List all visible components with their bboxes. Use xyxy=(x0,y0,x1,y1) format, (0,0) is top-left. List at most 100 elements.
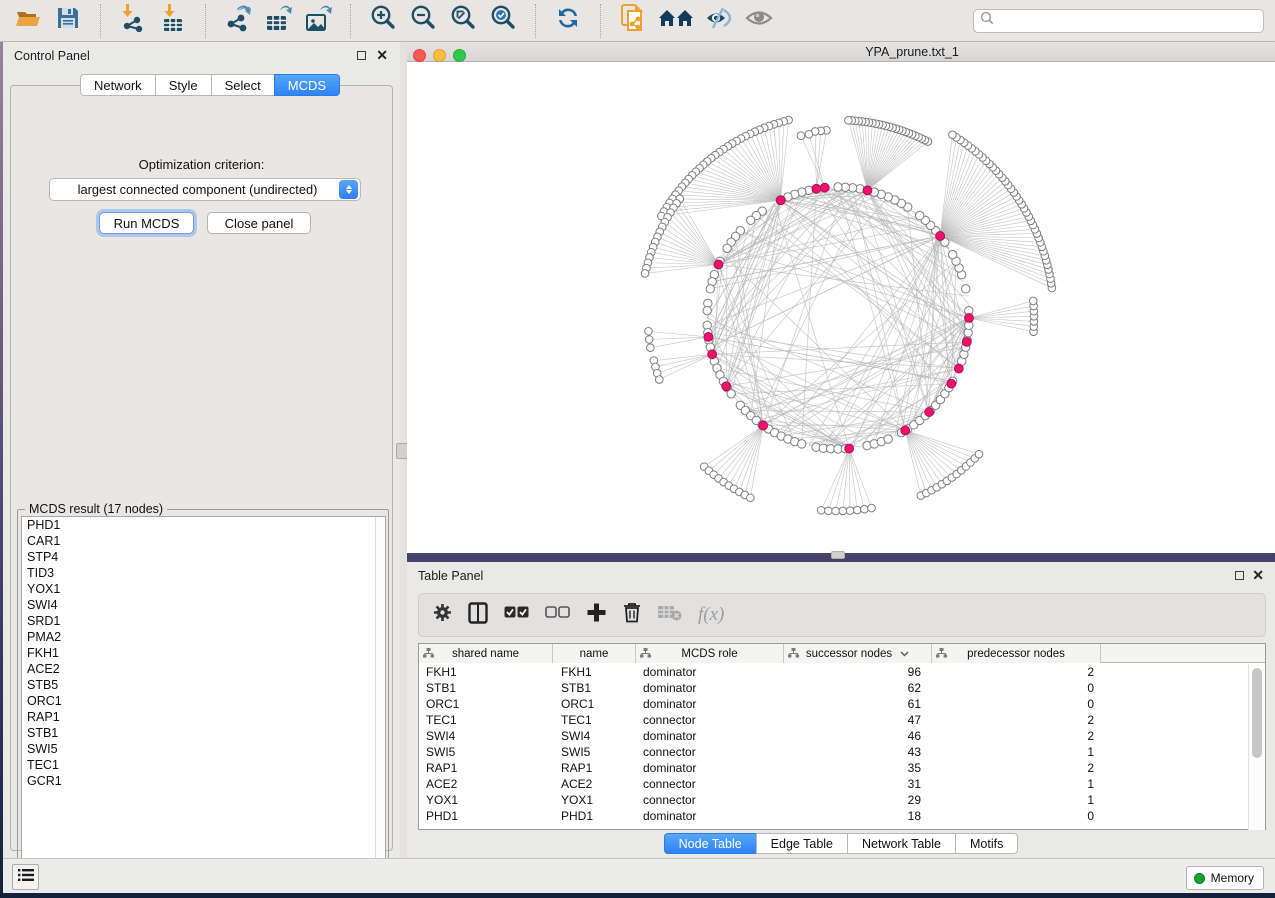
open-file-button[interactable] xyxy=(11,4,45,38)
column-header-MCDS-role[interactable]: MCDS role xyxy=(636,644,784,663)
refresh-layout-button[interactable] xyxy=(551,4,585,38)
network-node[interactable] xyxy=(798,440,806,448)
table-row[interactable]: STB1STB1dominator620 xyxy=(419,680,1265,696)
network-hub-node[interactable] xyxy=(863,186,872,195)
tab-style[interactable]: Style xyxy=(155,74,211,96)
tab-network[interactable]: Network xyxy=(80,74,155,96)
tab-motifs[interactable]: Motifs xyxy=(955,833,1018,854)
network-hub-node[interactable] xyxy=(925,408,934,417)
mcds-result-item[interactable]: RAP1 xyxy=(22,709,385,725)
network-node[interactable] xyxy=(845,116,853,124)
network-node[interactable] xyxy=(805,130,813,138)
mcds-result-item[interactable]: GCR1 xyxy=(22,773,385,789)
delete-table-button[interactable] xyxy=(657,601,682,629)
horizontal-split-handle[interactable] xyxy=(831,551,845,559)
export-network-button[interactable] xyxy=(221,4,255,38)
zoom-selected-button[interactable] xyxy=(486,4,520,38)
table-settings-button[interactable] xyxy=(433,601,452,629)
table-row[interactable]: ACE2ACE2connector311 xyxy=(419,776,1265,792)
clone-network-button[interactable] xyxy=(616,4,650,38)
float-panel-icon[interactable] xyxy=(357,51,366,60)
table-row[interactable]: FKH1FKH1dominator962 xyxy=(419,664,1265,680)
network-node[interactable] xyxy=(647,344,655,352)
network-hub-node[interactable] xyxy=(714,260,723,269)
mcds-result-item[interactable]: STB5 xyxy=(22,677,385,693)
network-node[interactable] xyxy=(948,250,956,258)
table-scrollbar[interactable] xyxy=(1248,664,1265,830)
search-input[interactable] xyxy=(995,14,1263,28)
network-hub-node[interactable] xyxy=(812,184,821,193)
mcds-result-item[interactable]: PHD1 xyxy=(22,517,385,533)
network-node[interactable] xyxy=(915,211,923,219)
table-row[interactable]: SWI4SWI4dominator462 xyxy=(419,728,1265,744)
network-hub-node[interactable] xyxy=(962,337,971,346)
mcds-result-item[interactable]: STP4 xyxy=(22,549,385,565)
network-canvas[interactable] xyxy=(407,62,1275,553)
tab-node-table[interactable]: Node Table xyxy=(664,833,756,854)
hide-selected-button[interactable] xyxy=(702,4,736,38)
first-neighbors-button[interactable] xyxy=(656,4,696,38)
network-node[interactable] xyxy=(645,336,653,344)
column-header-predecessor-nodes[interactable]: predecessor nodes xyxy=(932,644,1101,663)
table-row[interactable]: PHD1PHD1dominator180 xyxy=(419,808,1265,824)
select-all-button[interactable] xyxy=(504,601,529,629)
export-image-button[interactable] xyxy=(301,4,335,38)
network-hub-node[interactable] xyxy=(759,421,768,430)
network-hub-node[interactable] xyxy=(708,350,717,359)
save-session-button[interactable] xyxy=(51,4,85,38)
mcds-result-item[interactable]: ACE2 xyxy=(22,661,385,677)
network-hub-node[interactable] xyxy=(936,232,945,241)
network-hub-node[interactable] xyxy=(776,196,785,205)
search-field[interactable] xyxy=(973,9,1264,33)
network-node[interactable] xyxy=(747,216,755,224)
network-node[interactable] xyxy=(825,507,833,515)
network-node[interactable] xyxy=(723,244,731,252)
delete-column-button[interactable] xyxy=(623,601,641,629)
close-panel-button[interactable]: Close panel xyxy=(207,212,311,234)
column-header-successor-nodes[interactable]: successor nodes xyxy=(784,644,932,663)
mcds-result-item[interactable]: ORC1 xyxy=(22,693,385,709)
network-hub-node[interactable] xyxy=(704,333,713,342)
network-node[interactable] xyxy=(706,285,714,293)
network-node[interactable] xyxy=(949,131,957,139)
function-builder-button[interactable]: f(x) xyxy=(698,601,724,629)
network-hub-node[interactable] xyxy=(954,364,963,373)
network-node[interactable] xyxy=(655,376,663,384)
mcds-result-item[interactable]: STB1 xyxy=(22,725,385,741)
optimization-criterion-select[interactable]: largest connected component (undirected) xyxy=(49,178,361,201)
mcds-result-item[interactable]: PMA2 xyxy=(22,629,385,645)
network-hub-node[interactable] xyxy=(965,314,974,323)
tab-network-table[interactable]: Network Table xyxy=(847,833,955,854)
close-panel-icon[interactable]: ✕ xyxy=(376,46,388,64)
network-node[interactable] xyxy=(962,285,970,293)
network-node[interactable] xyxy=(853,506,861,514)
network-node[interactable] xyxy=(868,504,876,512)
export-table-button[interactable] xyxy=(261,4,295,38)
network-hub-node[interactable] xyxy=(947,379,956,388)
show-all-button[interactable] xyxy=(742,4,776,38)
mcds-result-item[interactable]: TID3 xyxy=(22,565,385,581)
network-node[interactable] xyxy=(884,435,892,443)
network-node[interactable] xyxy=(727,390,735,398)
tab-select[interactable]: Select xyxy=(211,74,274,96)
network-node[interactable] xyxy=(797,132,805,140)
network-node[interactable] xyxy=(846,507,854,515)
table-row[interactable]: YOX1YOX1connector291 xyxy=(419,792,1265,808)
zoom-in-button[interactable] xyxy=(366,4,400,38)
mcds-list-scrollbar[interactable] xyxy=(375,517,385,877)
import-table-button[interactable] xyxy=(156,4,190,38)
network-node[interactable] xyxy=(832,507,840,515)
deselect-all-button[interactable] xyxy=(545,601,570,629)
run-mcds-button[interactable]: Run MCDS xyxy=(99,212,194,234)
close-window-icon[interactable] xyxy=(413,49,426,62)
network-node[interactable] xyxy=(747,494,755,502)
mcds-result-item[interactable]: FKH1 xyxy=(22,645,385,661)
add-column-button[interactable] xyxy=(586,601,607,629)
mcds-result-item[interactable]: YOX1 xyxy=(22,581,385,597)
vertical-split-divider[interactable] xyxy=(400,42,407,858)
mcds-result-item[interactable]: TEC1 xyxy=(22,757,385,773)
tab-edge-table[interactable]: Edge Table xyxy=(756,833,847,854)
mcds-result-item[interactable]: SWI5 xyxy=(22,741,385,757)
float-table-panel-icon[interactable] xyxy=(1235,571,1244,580)
network-hub-node[interactable] xyxy=(722,382,731,391)
